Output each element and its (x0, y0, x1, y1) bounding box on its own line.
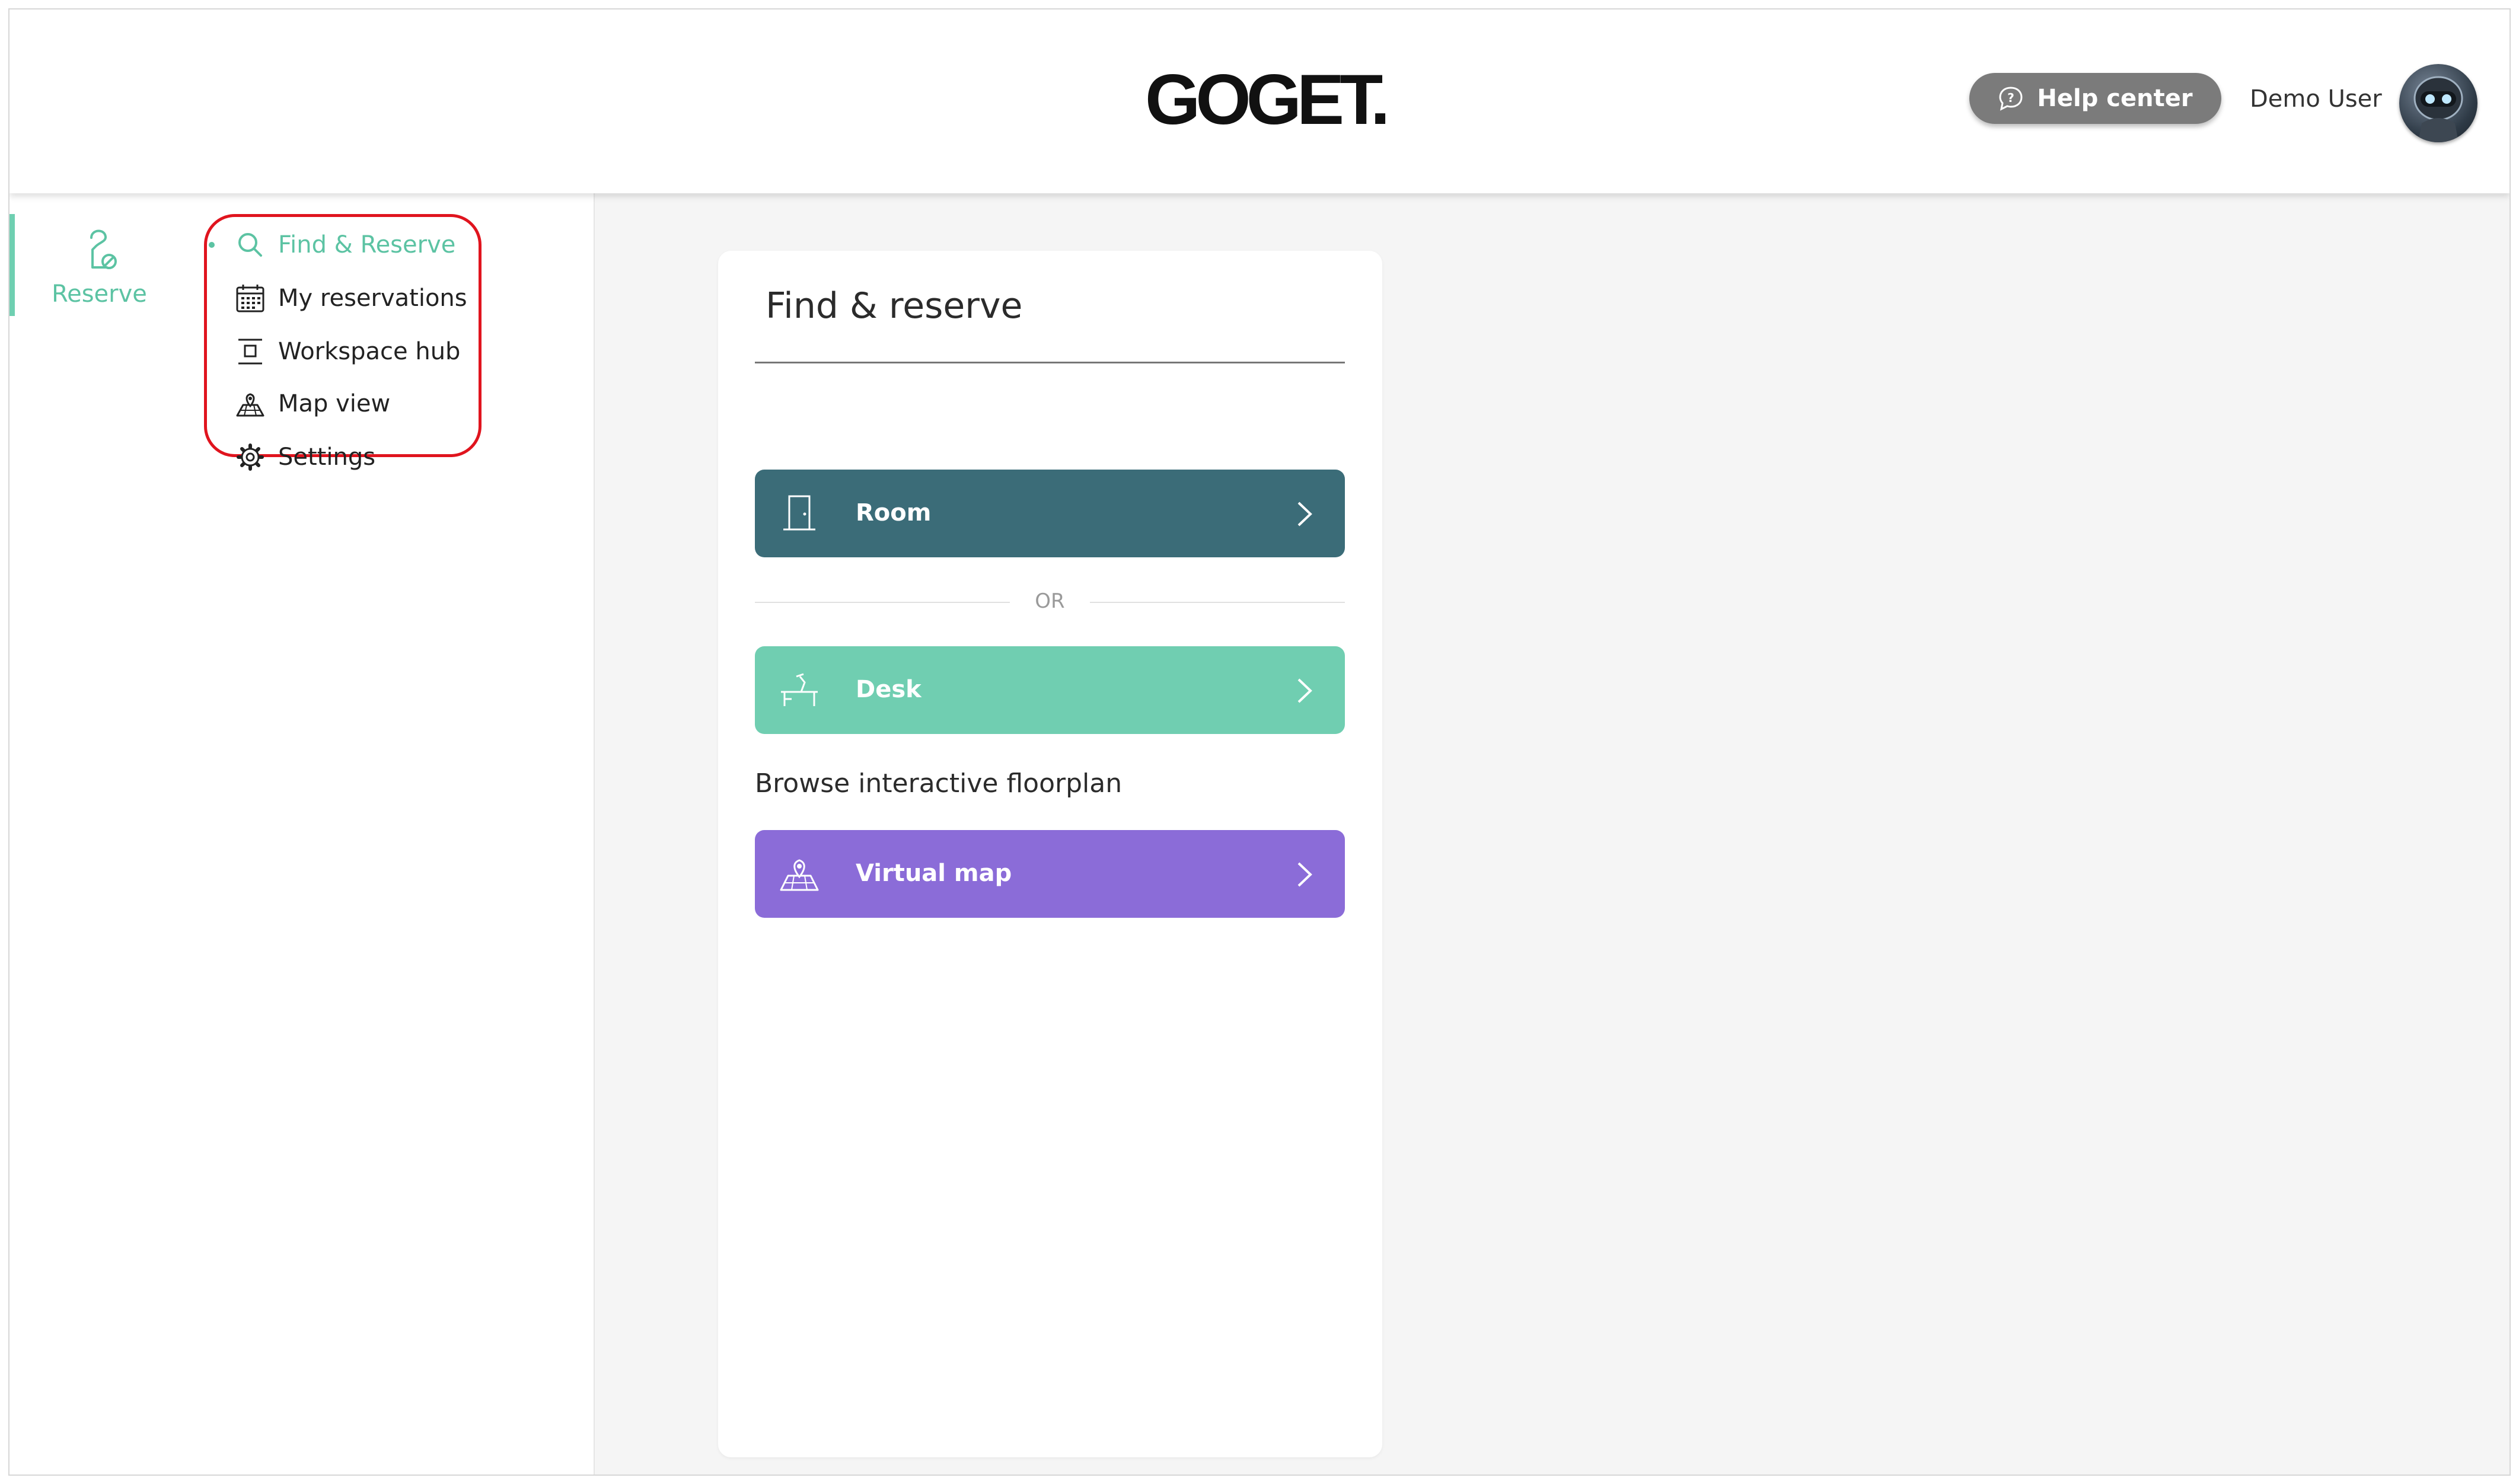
rail-item-reserve[interactable]: Reserve (9, 214, 189, 316)
help-chat-icon: ? (1999, 87, 2023, 111)
submenu-item-settings[interactable]: Settings (190, 436, 487, 478)
submenu-item-find-reserve[interactable]: Find & Reserve (190, 224, 487, 266)
search-icon (238, 233, 262, 257)
chevron-right-icon (1297, 502, 1312, 526)
map-icon (780, 859, 819, 891)
active-dot (209, 242, 215, 248)
virtual-map-label: Virtual map (856, 860, 1012, 887)
page-title: Find & reserve (766, 285, 1023, 327)
submenu-item-label: My reservations (278, 285, 467, 312)
svg-text:?: ? (2008, 91, 2015, 105)
desk-button[interactable]: Desk (755, 646, 1345, 734)
room-button[interactable]: Room (755, 470, 1345, 557)
calendar-icon (236, 285, 264, 312)
help-center-button[interactable]: ? Help center (1969, 73, 2221, 124)
gear-icon (237, 443, 264, 471)
submenu-item-map-view[interactable]: Map view (190, 383, 487, 425)
submenu-item-label: Settings (278, 443, 376, 471)
room-label: Room (856, 499, 932, 526)
submenu-item-label: Find & Reserve (278, 231, 456, 258)
goget-logo[interactable]: GOGET. (1145, 64, 1390, 135)
user-name[interactable]: Demo User (2250, 85, 2382, 113)
top-header: GOGET. ? Help center Demo User (9, 9, 2510, 193)
submenu-item-label: Workspace hub (278, 338, 461, 365)
avatar[interactable] (2399, 64, 2477, 142)
browse-floorplan-text: Browse interactive floorplan (755, 768, 1123, 799)
app-window: GOGET. ? Help center Demo User Reserve F… (8, 8, 2511, 1476)
submenu-item-label: Map view (278, 390, 391, 417)
submenu-item-my-reservations[interactable]: My reservations (190, 277, 487, 319)
workspace-icon (238, 339, 262, 365)
robot-avatar-icon (2413, 76, 2463, 142)
or-divider: OR (755, 585, 1345, 620)
left-rail: Reserve (9, 193, 192, 1475)
rail-item-label: Reserve (52, 280, 147, 308)
find-reserve-card: Find & reserve Room OR Desk Browse inter… (718, 251, 1382, 1457)
desk-label: Desk (856, 676, 921, 703)
title-divider (755, 362, 1345, 363)
door-hanger-icon (90, 229, 117, 269)
reserve-submenu: Find & Reserve My reservations Workspace… (190, 193, 595, 1475)
desk-icon (781, 673, 818, 706)
chevron-right-icon (1297, 678, 1312, 703)
submenu-item-workspace-hub[interactable]: Workspace hub (190, 331, 487, 372)
chevron-right-icon (1297, 862, 1312, 887)
or-label: OR (1035, 589, 1065, 613)
help-center-label: Help center (2037, 85, 2193, 112)
door-icon (783, 495, 815, 531)
virtual-map-button[interactable]: Virtual map (755, 830, 1345, 918)
map-icon (236, 393, 264, 417)
